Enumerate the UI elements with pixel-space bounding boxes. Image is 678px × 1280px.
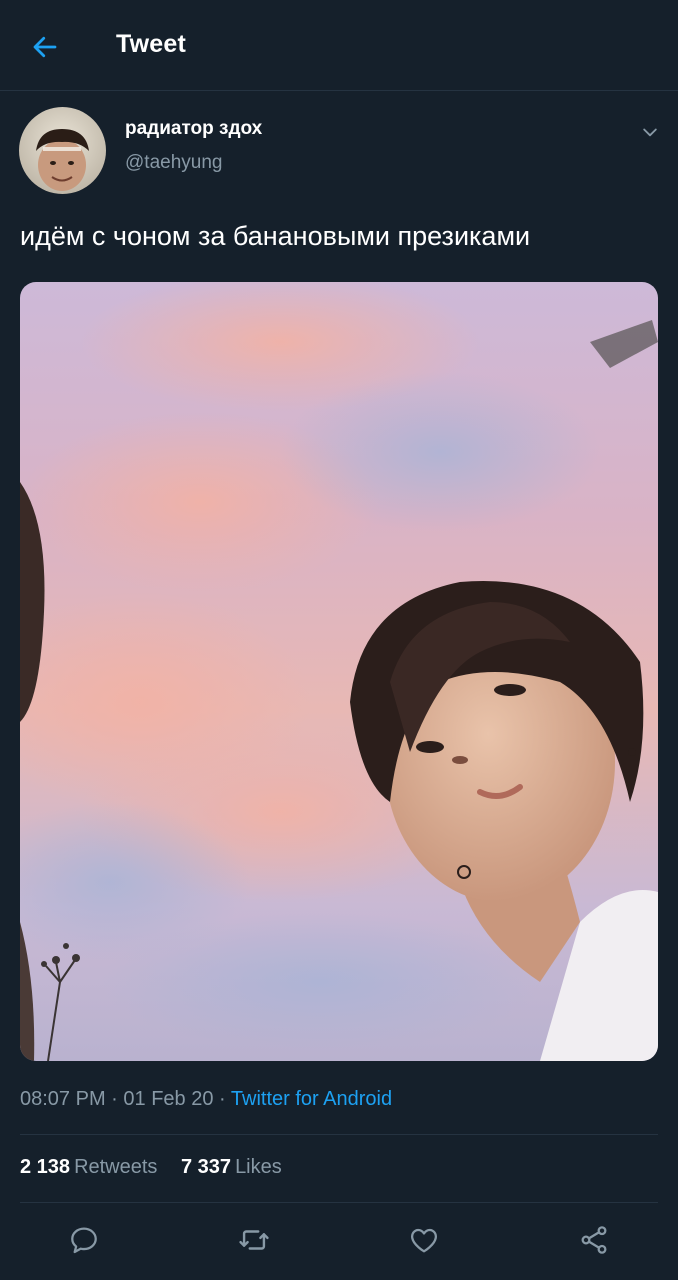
tweet-source-link[interactable]: Twitter for Android xyxy=(231,1088,392,1110)
meta-separator: · xyxy=(219,1088,226,1110)
photo-selfie-pink-sky xyxy=(20,282,658,1061)
retweet-button[interactable] xyxy=(230,1216,278,1264)
arrow-left-icon xyxy=(33,36,57,58)
reply-icon xyxy=(71,1227,97,1254)
avatar-photo xyxy=(19,107,106,194)
tweet-detail-screen: Tweet радиатор здох @taehyung идём с чон… xyxy=(0,0,678,1280)
tweet-media-photo[interactable] xyxy=(20,282,658,1061)
divider xyxy=(20,1134,658,1135)
retweets-stat[interactable]: 2 138 Retweets xyxy=(20,1156,163,1178)
tweet-time: 08:07 PM xyxy=(20,1088,106,1110)
back-button[interactable] xyxy=(22,24,68,70)
tweet-date: 01 Feb 20 xyxy=(123,1088,214,1110)
retweet-icon xyxy=(239,1230,269,1250)
share-button[interactable] xyxy=(570,1216,618,1264)
chevron-down-icon xyxy=(643,128,657,137)
reply-button[interactable] xyxy=(60,1216,108,1264)
divider xyxy=(20,1202,658,1203)
top-app-bar: Tweet xyxy=(0,0,678,91)
like-heart-icon xyxy=(411,1228,437,1253)
likes-count: 7 337 xyxy=(181,1156,232,1178)
likes-stat[interactable]: 7 337 Likes xyxy=(181,1156,282,1178)
page-title: Tweet xyxy=(116,30,186,58)
author-handle[interactable]: @taehyung xyxy=(125,152,222,174)
meta-separator: · xyxy=(111,1088,118,1110)
like-button[interactable] xyxy=(400,1216,448,1264)
retweets-label: Retweets xyxy=(74,1156,158,1178)
likes-label: Likes xyxy=(235,1156,282,1178)
author-display-name[interactable]: радиатор здох xyxy=(125,118,262,140)
retweets-count: 2 138 xyxy=(20,1156,71,1178)
avatar[interactable] xyxy=(19,107,106,194)
tweet-meta: 08:07 PM · 01 Feb 20 · Twitter for Andro… xyxy=(20,1088,392,1111)
tweet-stats: 2 138 Retweets 7 337 Likes xyxy=(20,1156,282,1179)
share-icon xyxy=(581,1226,607,1254)
tweet-text: идём с чоном за банановыми презиками xyxy=(20,221,531,251)
tweet-menu-button[interactable] xyxy=(634,116,666,148)
